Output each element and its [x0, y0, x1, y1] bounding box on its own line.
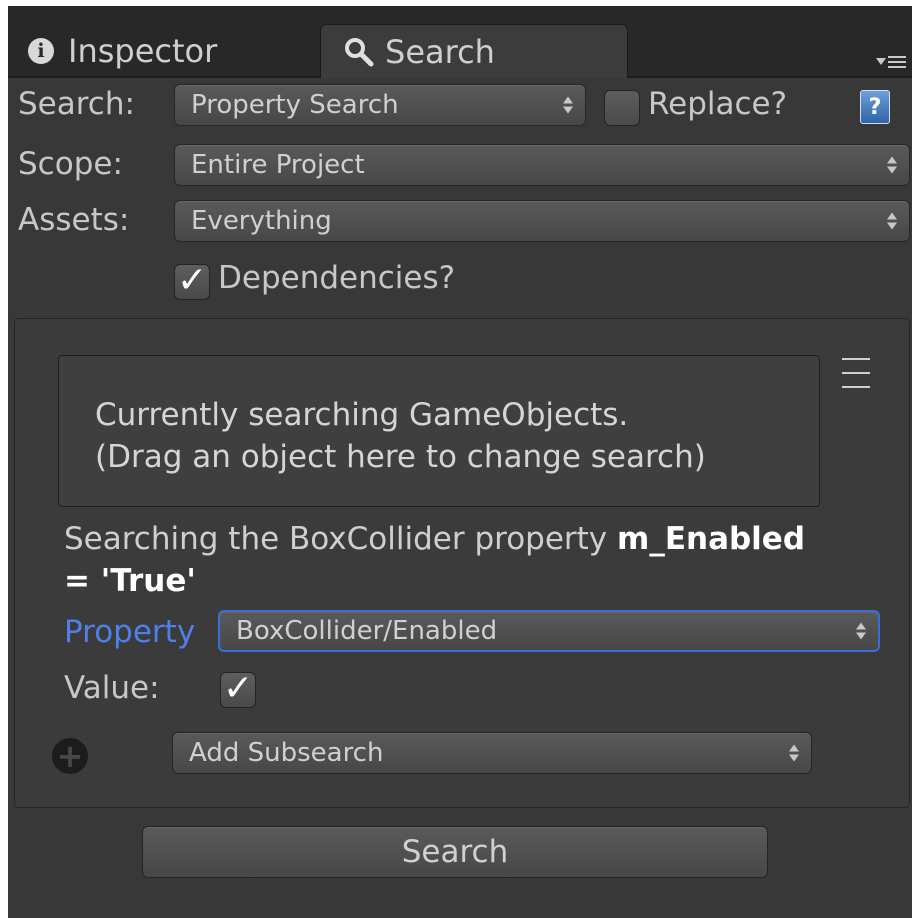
replace-checkbox[interactable]: [604, 90, 640, 126]
description-property-name: m_Enabled: [617, 521, 806, 557]
info-icon: i: [28, 38, 54, 64]
search-window: i Inspector Search Search: Property Sear…: [8, 6, 912, 918]
tab-options-icon[interactable]: [876, 54, 906, 70]
help-book-icon[interactable]: ?: [860, 90, 890, 124]
checkmark-icon: ✓: [223, 668, 254, 709]
object-drop-zone[interactable]: Currently searching GameObjects. (Drag a…: [58, 355, 820, 507]
property-dropdown[interactable]: BoxCollider/Enabled: [218, 610, 880, 652]
value-label: Value:: [64, 670, 160, 706]
search-button-label: Search: [401, 834, 509, 870]
description-value: = 'True': [64, 563, 196, 599]
scope-value: Entire Project: [191, 150, 365, 180]
replace-label: Replace?: [648, 86, 788, 122]
property-label: Property: [64, 614, 196, 650]
add-subsearch-value: Add Subsearch: [189, 738, 384, 768]
dropdown-arrows-icon: [887, 212, 897, 230]
plus-circle-icon[interactable]: +: [52, 738, 88, 774]
tab-search-label: Search: [385, 32, 495, 71]
dropdown-arrows-icon: [856, 622, 866, 640]
dropdown-arrows-icon: [887, 156, 897, 174]
assets-value: Everything: [191, 206, 332, 236]
dropdown-arrows-icon: [563, 96, 573, 114]
add-subsearch-dropdown[interactable]: Add Subsearch: [172, 732, 812, 774]
tab-inspector-label: Inspector: [68, 32, 218, 70]
search-button[interactable]: Search: [142, 826, 768, 878]
scope-label: Scope:: [18, 146, 123, 182]
magnifier-icon: [345, 37, 374, 66]
description-prefix: Searching the BoxCollider property: [64, 521, 618, 557]
tab-search[interactable]: Search: [320, 24, 628, 78]
checkmark-icon: ✓: [177, 260, 208, 301]
tab-inspector[interactable]: i Inspector: [28, 24, 217, 78]
dropdown-arrows-icon: [789, 744, 799, 762]
property-value: BoxCollider/Enabled: [236, 616, 498, 646]
scope-dropdown[interactable]: Entire Project: [174, 144, 910, 186]
assets-dropdown[interactable]: Everything: [174, 200, 910, 242]
drop-zone-line-2: (Drag an object here to change search): [95, 439, 706, 475]
search-type-label: Search:: [18, 86, 135, 122]
dependencies-label: Dependencies?: [218, 260, 456, 296]
search-description: Searching the BoxCollider property m_Ena…: [64, 518, 884, 602]
search-type-dropdown[interactable]: Property Search: [174, 84, 586, 126]
search-type-value: Property Search: [191, 90, 399, 120]
drop-zone-line-1: Currently searching GameObjects.: [95, 397, 629, 433]
hamburger-menu-icon[interactable]: [842, 358, 870, 388]
dependencies-checkbox[interactable]: ✓: [174, 260, 210, 301]
tab-bar: i Inspector Search: [8, 6, 912, 78]
value-checkbox[interactable]: ✓: [220, 668, 256, 709]
assets-label: Assets:: [18, 202, 130, 238]
